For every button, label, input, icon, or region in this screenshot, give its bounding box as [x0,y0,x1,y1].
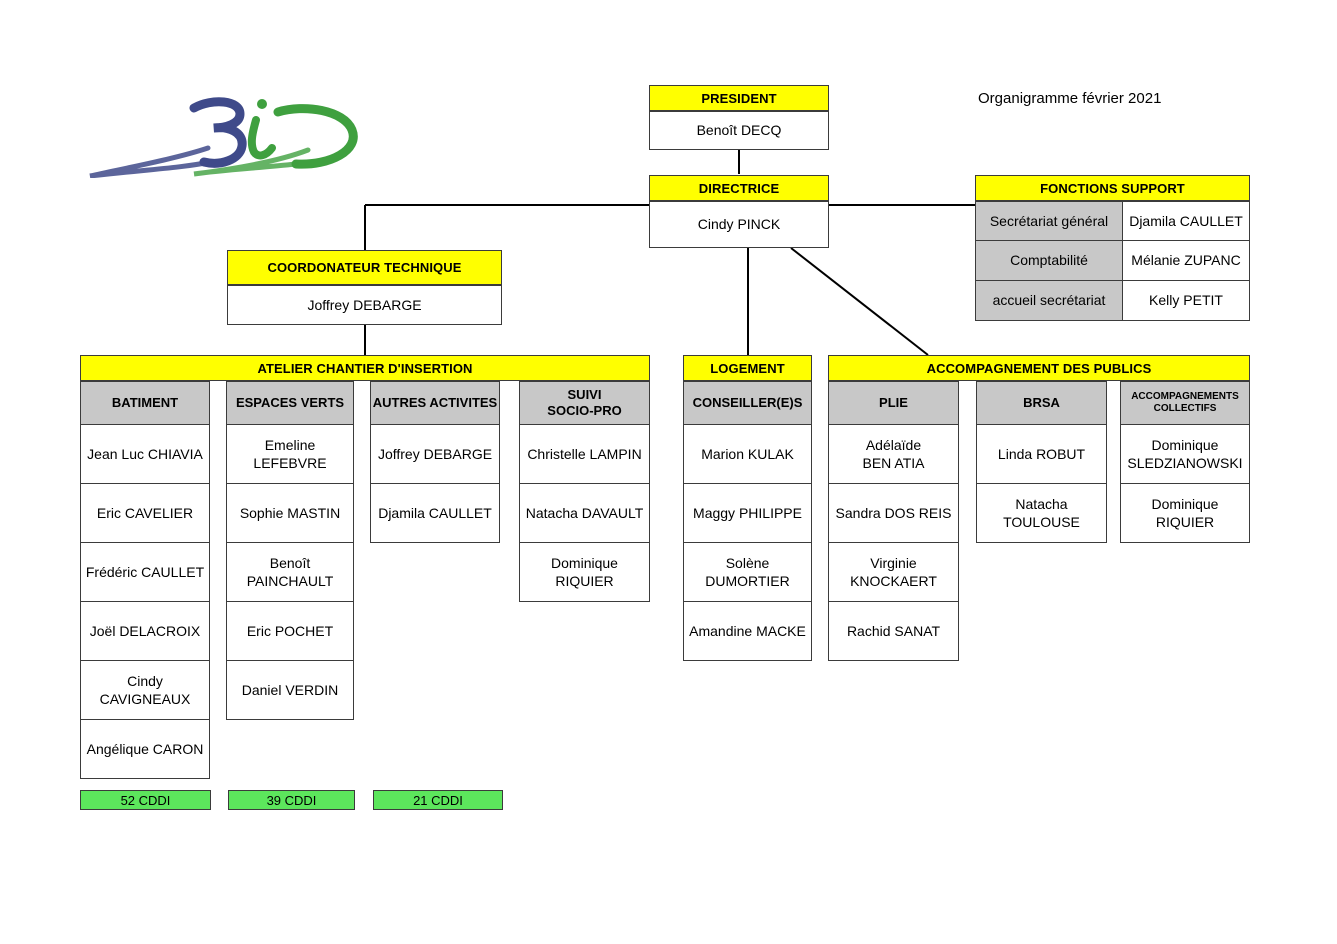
logement-member: Marion KULAK [683,425,812,484]
fonctions-support-role: Comptabilité [975,241,1123,281]
logement-member: Maggy PHILIPPE [683,484,812,543]
organigramme-canvas: Organigramme février 2021 PRESIDENT Beno… [0,0,1337,944]
atelier-member: Djamila CAULLET [370,484,500,543]
logement-header: LOGEMENT [683,355,812,381]
accompagnement-member: Natacha TOULOUSE [976,484,1107,543]
fonctions-support-table: Secrétariat général Djamila CAULLET Compta… [975,201,1250,321]
atelier-member: Jean Luc CHIAVIA [80,425,210,484]
fonctions-support-name: Kelly PETIT [1123,281,1250,321]
logement-member: Solène DUMORTIER [683,543,812,602]
accompagnement-column: BRSA Linda ROBUT Natacha TOULOUSE [976,381,1107,543]
accompagnement-member: Dominique SLEDZIANOWSKI [1120,425,1250,484]
accompagnement-member: Linda ROBUT [976,425,1107,484]
fonctions-support-name: Djamila CAULLET [1123,201,1250,241]
accompagnement-member: Rachid SANAT [828,602,959,661]
directrice-name: Cindy PINCK [649,201,829,248]
coordonateur-name: Joffrey DEBARGE [227,285,502,325]
atelier-column-header: ESPACES VERTS [226,381,354,425]
atelier-member: Joffrey DEBARGE [370,425,500,484]
logo-icon [89,97,358,179]
atelier-member: Emeline LEFEBVRE [226,425,354,484]
atelier-member: Eric POCHET [226,602,354,661]
logement-column: CONSEILLER(E)S Marion KULAK Maggy PHILIPPE… [683,381,812,661]
atelier-column-header: BATIMENT [80,381,210,425]
document-title: Organigramme février 2021 [978,90,1162,107]
accompagnement-member: Virginie KNOCKAERT [828,543,959,602]
atelier-member: Eric CAVELIER [80,484,210,543]
cddi-count-batiment: 52 CDDI [80,790,211,810]
company-logo-3id [82,78,372,179]
atelier-member: Frédéric CAULLET [80,543,210,602]
logement-member: Amandine MACKE [683,602,812,661]
cddi-count-autres-activites: 21 CDDI [373,790,503,810]
accompagnement-column-header: PLIE [828,381,959,425]
accompagnement-header: ACCOMPAGNEMENT DES PUBLICS [828,355,1250,381]
atelier-member: Christelle LAMPIN [519,425,650,484]
atelier-member: Joël DELACROIX [80,602,210,661]
atelier-member: Cindy CAVIGNEAUX [80,661,210,720]
atelier-column: ESPACES VERTS Emeline LEFEBVRE Sophie MAST… [226,381,354,720]
atelier-column: BATIMENT Jean Luc CHIAVIA Eric CAVELIER Fré… [80,381,210,779]
fonctions-support-header: FONCTIONS SUPPORT [975,175,1250,201]
logement-column-header: CONSEILLER(E)S [683,381,812,425]
accompagnement-member: Dominique RIQUIER [1120,484,1250,543]
accompagnement-column-header: ACCOMPAGNEMENTS COLLECTIFS [1120,381,1250,425]
atelier-member: Sophie MASTIN [226,484,354,543]
fonctions-support-role: Secrétariat général [975,201,1123,241]
cddi-count-espaces-verts: 39 CDDI [228,790,355,810]
accompagnement-member: Adélaïde BEN ATIA [828,425,959,484]
president-header: PRESIDENT [649,85,829,111]
coordonateur-header: COORDONATEUR TECHNIQUE [227,250,502,285]
fonctions-support-name: Mélanie ZUPANC [1123,241,1250,281]
atelier-member: Angélique CARON [80,720,210,779]
atelier-member: Natacha DAVAULT [519,484,650,543]
atelier-column-header: AUTRES ACTIVITES [370,381,500,425]
atelier-member: Dominique RIQUIER [519,543,650,602]
accompagnement-column-header: BRSA [976,381,1107,425]
atelier-column-header: SUIVI SOCIO-PRO [519,381,650,425]
president-name: Benoît DECQ [649,111,829,150]
atelier-column: SUIVI SOCIO-PRO Christelle LAMPIN Natacha D… [519,381,650,602]
fonctions-support-role: accueil secrétariat [975,281,1123,321]
accompagnement-column: PLIE Adélaïde BEN ATIA Sandra DOS REIS Virgi… [828,381,959,661]
accompagnement-member: Sandra DOS REIS [828,484,959,543]
atelier-member: Daniel VERDIN [226,661,354,720]
accompagnement-column: ACCOMPAGNEMENTS COLLECTIFS Dominique SLEDZI… [1120,381,1250,543]
atelier-member: Benoît PAINCHAULT [226,543,354,602]
directrice-header: DIRECTRICE [649,175,829,201]
atelier-column: AUTRES ACTIVITES Joffrey DEBARGE Djamila C… [370,381,500,543]
atelier-header: ATELIER CHANTIER D'INSERTION [80,355,650,381]
